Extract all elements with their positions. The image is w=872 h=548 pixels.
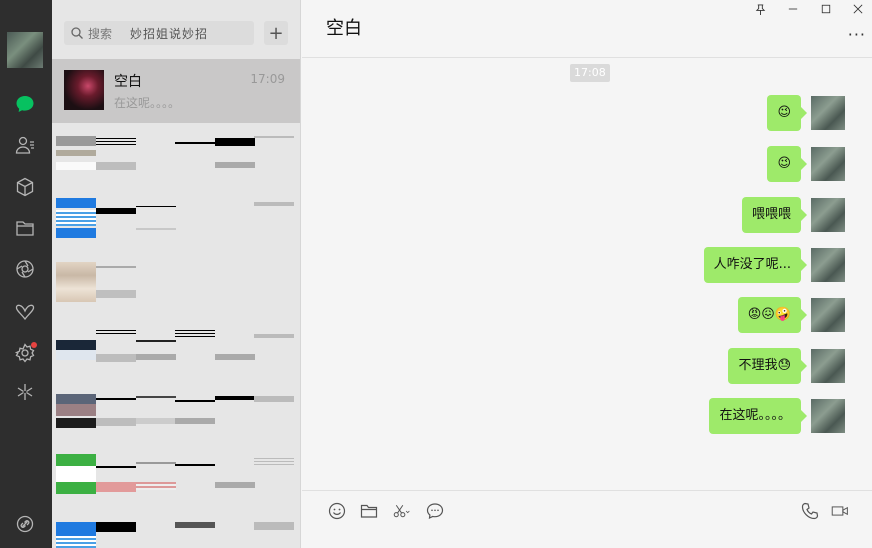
- file-button[interactable]: [359, 501, 379, 521]
- chat-history-button[interactable]: [425, 501, 445, 521]
- list-item[interactable]: [56, 518, 294, 548]
- chat-title: 空白: [326, 18, 362, 39]
- maximize-button[interactable]: [810, 0, 842, 18]
- header-divider: [302, 57, 872, 58]
- search-placeholder: 搜索: [88, 26, 113, 41]
- message-bubble[interactable]: 喂喂喂: [741, 197, 808, 233]
- avatar[interactable]: [811, 147, 845, 181]
- pin-icon: [755, 3, 765, 15]
- avatar[interactable]: [811, 298, 845, 332]
- folder-icon: [360, 504, 378, 518]
- message-bubble[interactable]: 😉: [767, 95, 807, 131]
- voice-call-button[interactable]: [800, 501, 820, 521]
- close-button[interactable]: [842, 0, 872, 18]
- input-divider: [302, 490, 872, 491]
- contact-name: 空白: [114, 74, 142, 90]
- list-item[interactable]: [56, 196, 294, 240]
- minimize-button[interactable]: [777, 0, 809, 18]
- butterfly-icon[interactable]: [14, 301, 36, 323]
- video-call-button[interactable]: [829, 501, 851, 521]
- avatar[interactable]: [811, 198, 845, 232]
- link-icon[interactable]: [14, 513, 36, 535]
- chat-panel: 空白 ··· 17:08 😉 😉 喂喂喂 人咋没了呢... 😡😖🤪 不理我😓 在…: [302, 0, 872, 548]
- avatar[interactable]: [811, 96, 845, 130]
- more-button[interactable]: ···: [848, 25, 866, 44]
- add-button[interactable]: +: [264, 21, 288, 45]
- chat-list-item-active[interactable]: 空白 17:09 在这呢。。。。: [52, 59, 300, 123]
- message-row: 喂喂喂: [741, 197, 845, 233]
- aperture-icon[interactable]: [14, 258, 36, 280]
- conversation-list: 搜索 妙招姐说妙招 + 空白 17:09 在这呢。。。。: [52, 0, 301, 548]
- box-icon[interactable]: [14, 176, 36, 198]
- message-bubble[interactable]: 😉: [767, 146, 807, 182]
- avatar[interactable]: [811, 248, 845, 282]
- message-bubble[interactable]: 不理我😓: [728, 348, 807, 384]
- list-item[interactable]: [56, 132, 294, 176]
- pin-button[interactable]: [744, 0, 776, 18]
- emoji-button[interactable]: [327, 501, 347, 521]
- close-icon: [853, 4, 863, 14]
- list-item[interactable]: [56, 452, 294, 496]
- chat-icon[interactable]: [14, 93, 36, 115]
- message-row: 😉: [767, 95, 845, 131]
- search-hint: 妙招姐说妙招: [130, 26, 209, 41]
- avatar[interactable]: [811, 399, 845, 433]
- message-row: 不理我😓: [728, 348, 845, 384]
- folder-icon[interactable]: [14, 217, 36, 239]
- message-icon: [426, 503, 444, 520]
- emoji-icon: [328, 502, 346, 520]
- chat-time: 17:09: [250, 72, 285, 86]
- search-icon: [71, 27, 83, 39]
- message-row: 人咋没了呢...: [703, 247, 845, 283]
- message-bubble[interactable]: 😡😖🤪: [737, 297, 808, 333]
- settings-icon[interactable]: [14, 342, 37, 364]
- message-row: 在这呢。。。。: [709, 398, 845, 434]
- maximize-icon: [821, 4, 831, 14]
- message-row: 😡😖🤪: [737, 297, 845, 333]
- message-bubble[interactable]: 在这呢。。。。: [709, 398, 807, 434]
- minimize-icon: [788, 8, 798, 10]
- notification-dot: [31, 342, 37, 348]
- nav-rail: [0, 0, 52, 548]
- message-bubble[interactable]: 人咋没了呢...: [703, 247, 808, 283]
- search-input[interactable]: 搜索 妙招姐说妙招: [64, 21, 254, 45]
- scissors-icon: [393, 504, 410, 518]
- video-icon: [831, 506, 848, 516]
- list-item[interactable]: [56, 390, 294, 434]
- phone-icon: [801, 502, 819, 520]
- screenshot-button[interactable]: [392, 501, 412, 521]
- avatar[interactable]: [811, 349, 845, 383]
- contacts-icon[interactable]: [14, 134, 36, 156]
- list-item[interactable]: [56, 260, 294, 304]
- contact-avatar: [64, 70, 104, 110]
- list-item[interactable]: [56, 326, 294, 370]
- user-avatar[interactable]: [7, 32, 43, 68]
- chat-preview: 在这呢。。。。: [114, 96, 181, 110]
- sparkle-icon[interactable]: [14, 381, 36, 403]
- message-timestamp: 17:08: [570, 64, 610, 82]
- message-row: 😉: [767, 146, 845, 182]
